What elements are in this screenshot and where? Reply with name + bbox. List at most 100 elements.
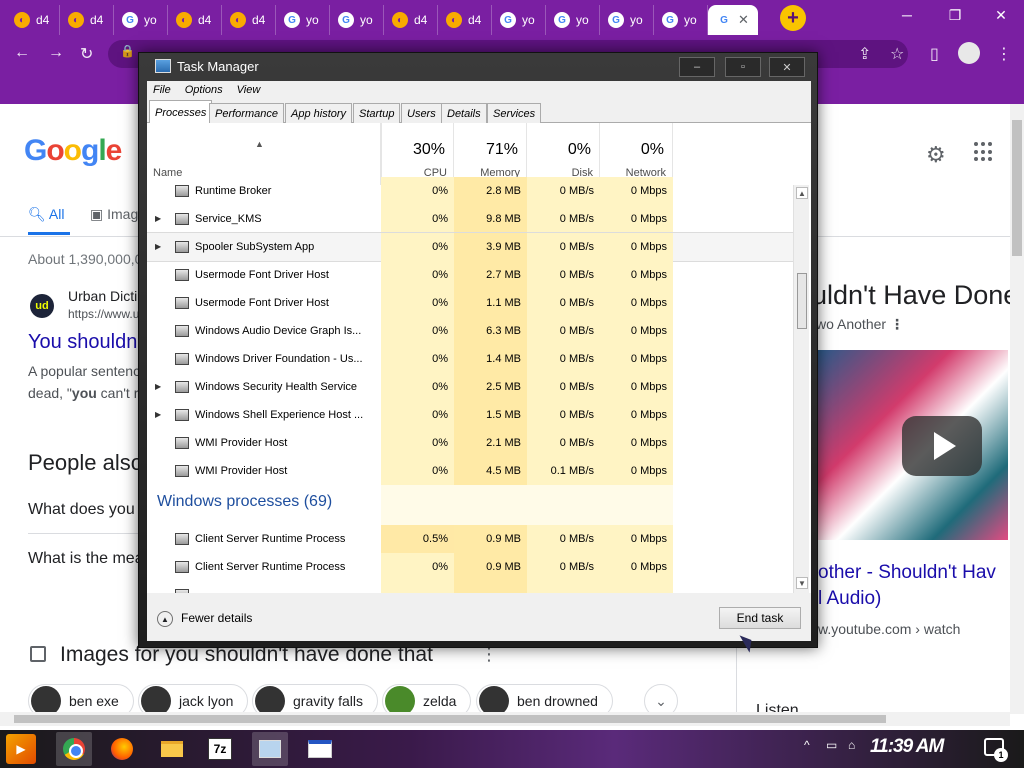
- tab-performance[interactable]: Performance: [209, 103, 284, 123]
- table-row[interactable]: ▶ Windows Security Health Service 0% 2.5 MB…: [147, 373, 793, 401]
- fewer-details-chevron-icon[interactable]: ▲: [157, 611, 173, 627]
- tab-startup[interactable]: Startup: [353, 103, 401, 123]
- browser-tab[interactable]: Gyo: [546, 5, 600, 35]
- result-site-name[interactable]: Urban Dicti: [68, 288, 137, 304]
- column-header-network[interactable]: 0% Network: [600, 123, 673, 185]
- group-header-row[interactable]: Windows processes (69): [147, 485, 793, 525]
- paa-question[interactable]: What is the mea: [28, 550, 144, 568]
- tab-app-history[interactable]: App history: [285, 103, 353, 123]
- browser-menu-icon[interactable]: ⋮: [996, 44, 1012, 64]
- result-snippet: dead, "you can't r: [28, 385, 138, 401]
- taskbar-window[interactable]: [302, 732, 338, 766]
- browser-tab[interactable]: Gyo: [600, 5, 654, 35]
- end-task-button[interactable]: End task: [719, 607, 801, 629]
- page-hscroll-thumb[interactable]: [14, 715, 886, 723]
- expand-arrow-icon[interactable]: ▶: [155, 373, 161, 401]
- menu-view[interactable]: View: [237, 84, 261, 96]
- scroll-down-icon[interactable]: ▼: [796, 577, 808, 589]
- taskbar-clock[interactable]: 11:39 AM: [870, 736, 944, 758]
- taskbar-7zip[interactable]: 7z: [202, 732, 238, 766]
- taskbar-chrome[interactable]: [56, 732, 92, 766]
- column-header-name[interactable]: ▲ Name: [147, 123, 381, 185]
- settings-gear-icon[interactable]: ⚙: [926, 142, 946, 168]
- tab-close-icon[interactable]: ✕: [738, 12, 749, 28]
- result-title-link[interactable]: You shouldn: [28, 331, 137, 354]
- tab-all[interactable]: 🔍︎ All: [28, 206, 64, 223]
- reload-icon[interactable]: ↻: [80, 44, 93, 64]
- table-row[interactable]: WMI Provider Host 0% 2.1 MB 0 MB/s 0 Mbps: [147, 429, 793, 457]
- expand-arrow-icon[interactable]: ▶: [155, 205, 161, 233]
- expand-arrow-icon[interactable]: ▶: [155, 401, 161, 429]
- site-favicon[interactable]: ud: [30, 294, 54, 318]
- new-tab-button[interactable]: +: [780, 5, 806, 31]
- taskbar-firefox[interactable]: [104, 732, 140, 766]
- browser-tab[interactable]: Gyo: [276, 5, 330, 35]
- browser-tab-active[interactable]: G ✕: [708, 5, 758, 35]
- browser-tab[interactable]: Gyo: [492, 5, 546, 35]
- browser-tab[interactable]: Gyo: [114, 5, 168, 35]
- scroll-up-icon[interactable]: ▲: [796, 187, 808, 199]
- taskbar-task-manager[interactable]: [252, 732, 288, 766]
- google-apps-icon[interactable]: [974, 142, 994, 162]
- paa-question[interactable]: What does you: [28, 501, 135, 519]
- tm-maximize-button[interactable]: ▫: [725, 57, 761, 77]
- browser-tab[interactable]: ◐ d4: [384, 5, 438, 35]
- table-row[interactable]: WMI Provider Host 0% 4.5 MB 0.1 MB/s 0 Mbps: [147, 457, 793, 485]
- tab-users[interactable]: Users: [401, 103, 442, 123]
- table-row[interactable]: ▶ Service_KMS 0% 9.8 MB 0 MB/s 0 Mbps: [147, 205, 793, 233]
- video-title-link[interactable]: l Audio): [818, 588, 881, 610]
- tab-details[interactable]: Details: [441, 103, 487, 123]
- taskbar-file-explorer[interactable]: [154, 732, 190, 766]
- display-icon[interactable]: ▭: [826, 738, 837, 752]
- browser-tab[interactable]: ◐ d4: [60, 5, 114, 35]
- more-vert-icon[interactable]: ⋮: [890, 316, 904, 332]
- side-panel-icon[interactable]: ▯: [930, 44, 939, 64]
- column-header-disk[interactable]: 0% Disk: [527, 123, 600, 185]
- tray-expand-icon[interactable]: ^: [804, 738, 810, 752]
- back-icon[interactable]: ←: [14, 44, 30, 62]
- tm-close-button[interactable]: ✕: [769, 57, 805, 77]
- table-row[interactable]: Usermode Font Driver Host 0% 2.7 MB 0 MB/s 0…: [147, 261, 793, 289]
- process-list-scrollbar[interactable]: ▲ ▼: [793, 185, 809, 593]
- table-row[interactable]: ▶ Spooler SubSystem App 0% 3.9 MB 0 MB/s 0 Mb…: [147, 232, 794, 262]
- column-header-cpu[interactable]: 30% CPU: [381, 123, 454, 185]
- menu-options[interactable]: Options: [185, 84, 223, 96]
- browser-tab[interactable]: Gyo: [654, 5, 708, 35]
- table-row[interactable]: Windows Audio Device Graph Is... 0% 6.3 MB…: [147, 317, 793, 345]
- table-row[interactable]: ▶ Windows Shell Experience Host ... 0% 1.5 …: [147, 401, 793, 429]
- tab-services[interactable]: Services: [487, 103, 542, 123]
- browser-tab[interactable]: ◐ d4: [438, 5, 492, 35]
- window-close-button[interactable]: ✕: [978, 0, 1024, 30]
- video-title-link[interactable]: other - Shouldn't Hav: [818, 562, 996, 584]
- browser-tab[interactable]: ◐ d4: [168, 5, 222, 35]
- expand-arrow-icon[interactable]: ▶: [155, 233, 161, 261]
- share-icon[interactable]: ⇪: [858, 44, 871, 64]
- menu-file[interactable]: File: [153, 84, 171, 96]
- column-header-memory[interactable]: 71% Memory: [454, 123, 527, 185]
- browser-tab[interactable]: ◐ d4: [222, 5, 276, 35]
- table-row[interactable]: Client Server Runtime Process 0.5% 0.9 MB 0…: [147, 525, 793, 553]
- table-row[interactable]: Windows Driver Foundation - Us... 0% 1.4 M…: [147, 345, 793, 373]
- table-row[interactable]: Runtime Broker 0% 2.8 MB 0 MB/s 0 Mbps: [147, 177, 793, 205]
- forward-icon[interactable]: →: [48, 44, 64, 62]
- page-scroll-thumb[interactable]: [1012, 120, 1022, 256]
- result-site-url[interactable]: https://www.u: [68, 307, 139, 321]
- window-maximize-button[interactable]: ❐: [932, 0, 978, 30]
- play-button-icon[interactable]: [902, 416, 982, 476]
- window-minimize-button[interactable]: ─: [884, 0, 930, 30]
- profile-avatar[interactable]: [958, 42, 980, 64]
- table-row[interactable]: Usermode Font Driver Host 0% 1.1 MB 0 MB/s 0…: [147, 289, 793, 317]
- bookmark-star-icon[interactable]: ☆: [890, 44, 904, 64]
- tm-minimize-button[interactable]: –: [679, 57, 715, 77]
- tab-processes[interactable]: Processes: [149, 100, 213, 124]
- process-scroll-thumb[interactable]: [797, 273, 807, 329]
- fewer-details-link[interactable]: Fewer details: [181, 611, 252, 625]
- network-icon[interactable]: ⌂: [848, 738, 855, 752]
- tab-images[interactable]: ▣ Imag: [90, 206, 138, 223]
- browser-tab[interactable]: ◐ d4: [6, 5, 60, 35]
- lock-icon[interactable]: 🔒: [120, 44, 135, 58]
- start-button[interactable]: ▶: [6, 734, 36, 764]
- google-logo[interactable]: Google: [24, 134, 122, 168]
- table-row[interactable]: Client Server Runtime Process 0% 0.9 MB 0 M…: [147, 553, 793, 581]
- browser-tab[interactable]: Gyo: [330, 5, 384, 35]
